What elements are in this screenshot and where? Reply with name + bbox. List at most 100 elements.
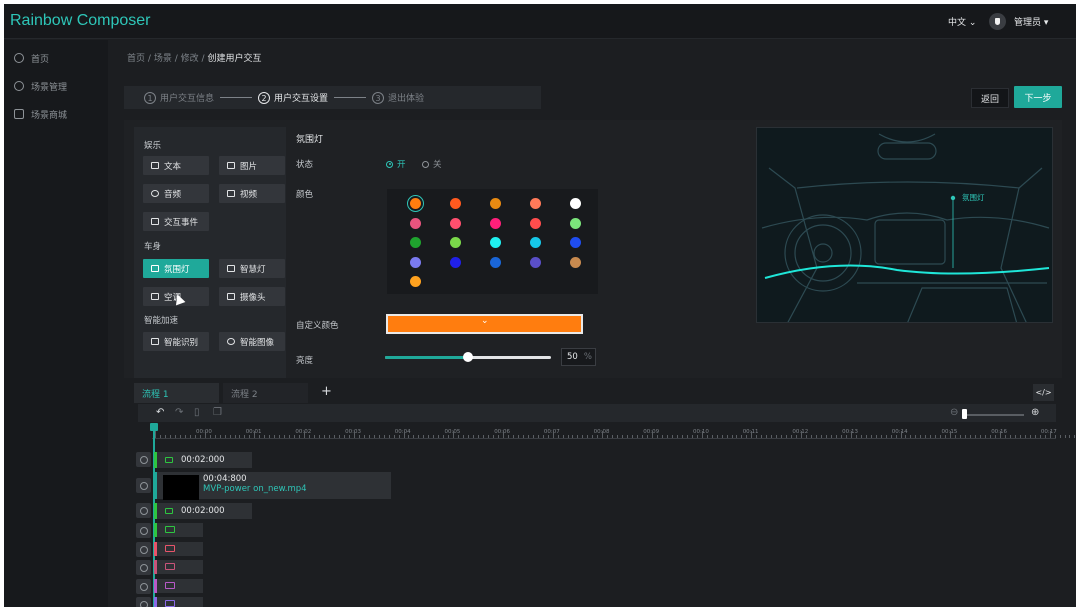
ruler-tick — [279, 435, 281, 438]
ruler-tick — [323, 435, 325, 438]
event-clip[interactable]: 00:02:000 — [154, 452, 252, 468]
ruler-tick — [855, 435, 857, 438]
brightness-slider[interactable] — [385, 352, 551, 362]
color-swatch[interactable] — [410, 217, 421, 229]
next-button[interactable]: 下一步 — [1014, 86, 1062, 108]
color-swatch[interactable] — [490, 237, 501, 248]
ruler-tick — [314, 435, 316, 438]
track-handle-icon[interactable] — [136, 478, 151, 493]
color-swatch[interactable] — [410, 198, 421, 209]
palette-smart-image-button[interactable]: 智能图像 — [219, 332, 285, 351]
ruler-tick — [463, 435, 465, 438]
color-swatch[interactable] — [450, 237, 461, 248]
back-button[interactable]: 返回 — [971, 88, 1009, 108]
breadcrumb-home[interactable]: 首页 — [127, 54, 145, 64]
color-swatch[interactable] — [570, 237, 581, 248]
gear-icon — [14, 81, 24, 91]
undo-icon[interactable]: ↶ — [156, 407, 164, 418]
redo-icon[interactable]: ↷ — [175, 407, 183, 418]
breadcrumb-edit[interactable]: 修改 — [181, 54, 199, 64]
custom-color-picker[interactable] — [386, 314, 583, 334]
device-clip[interactable] — [154, 597, 203, 607]
ruler-tick — [189, 435, 191, 438]
ruler-tick — [661, 435, 663, 438]
color-swatch[interactable] — [570, 198, 581, 209]
palette-audio-button[interactable]: 音频 — [143, 184, 209, 203]
breadcrumb-scene[interactable]: 场景 — [154, 54, 172, 64]
color-swatch[interactable] — [450, 217, 461, 229]
ruler-tick — [816, 435, 817, 438]
flow-tabs: 流程 1 流程 2 + </> — [134, 383, 1056, 403]
palette-event-button[interactable]: 交互事件 — [143, 212, 209, 231]
sidebar-item-scene-store[interactable]: 场景商城 — [14, 106, 67, 122]
video-clip[interactable]: 00:04:800 MVP-power on_new.mp4 — [154, 472, 391, 500]
palette-image-button[interactable]: 图片 — [219, 156, 285, 175]
user-menu[interactable]: 管理员 ▾ — [1014, 15, 1048, 28]
device-clip[interactable] — [154, 541, 203, 556]
track-handle-icon[interactable] — [136, 560, 151, 575]
delete-icon[interactable]: ▯ — [194, 407, 200, 418]
status-on-radio[interactable]: 开 — [386, 158, 406, 170]
sidebar-item-home[interactable]: 首页 — [14, 50, 49, 66]
copy-icon[interactable]: ❐ — [213, 407, 222, 418]
ruler-tick — [328, 435, 330, 438]
zoom-in-icon[interactable]: ⊕ — [1031, 407, 1039, 418]
color-swatch[interactable] — [490, 217, 501, 229]
track-handle-icon[interactable] — [136, 452, 151, 467]
color-swatch[interactable] — [450, 198, 461, 209]
track-handle-icon[interactable] — [136, 503, 151, 518]
slider-handle[interactable] — [463, 352, 473, 362]
color-swatch[interactable] — [450, 256, 461, 268]
track-handle-icon[interactable] — [136, 597, 151, 607]
color-label: 颜色 — [296, 190, 314, 200]
ruler-tick — [299, 435, 301, 438]
ruler-tick — [264, 435, 266, 438]
ruler-tick — [597, 435, 599, 438]
palette-ambient-light-button[interactable]: 氛围灯 — [143, 259, 209, 278]
track-handle-icon[interactable] — [136, 541, 151, 557]
event-clip[interactable]: 00:02:000 — [154, 503, 252, 519]
ruler-tick — [726, 435, 728, 438]
tab-flow-1[interactable]: 流程 1 — [134, 383, 219, 403]
ruler-tick — [850, 431, 852, 438]
color-swatch[interactable] — [530, 237, 541, 248]
color-swatch[interactable] — [490, 256, 501, 268]
color-swatch[interactable] — [570, 217, 581, 229]
color-swatch[interactable] — [530, 256, 541, 268]
tab-flow-2[interactable]: 流程 2 — [223, 383, 308, 403]
language-select[interactable]: 中文 ⌄ — [948, 15, 976, 28]
ruler-tick — [1064, 435, 1066, 438]
device-clip[interactable] — [154, 578, 203, 593]
track-handle-icon[interactable] — [136, 523, 151, 538]
status-off-radio[interactable]: 关 — [422, 158, 442, 170]
palette-video-button[interactable]: 视频 — [219, 184, 285, 203]
palette-camera-button[interactable]: 摄像头 — [219, 287, 285, 306]
zoom-slider-handle[interactable] — [962, 409, 967, 419]
ruler-tick — [1014, 435, 1016, 438]
track-handle-icon[interactable] — [136, 578, 151, 594]
color-swatch[interactable] — [530, 198, 541, 209]
palette-smart-light-button[interactable]: 智慧灯 — [219, 259, 285, 278]
brightness-input[interactable]: 50% — [561, 348, 596, 366]
dashboard-icon — [14, 53, 24, 63]
device-clip[interactable] — [154, 560, 203, 574]
ruler-tick — [950, 431, 952, 438]
avatar[interactable] — [989, 13, 1006, 30]
color-swatch[interactable] — [490, 198, 501, 209]
color-swatch[interactable] — [410, 256, 421, 268]
zoom-slider[interactable] — [962, 414, 1024, 416]
color-swatch[interactable] — [570, 256, 581, 268]
color-swatch[interactable] — [410, 276, 421, 287]
ruler-tick — [478, 435, 480, 438]
palette-text-button[interactable]: 文本 — [143, 156, 209, 175]
sidebar-item-scene-management[interactable]: 场景管理 — [14, 78, 67, 94]
palette-recognition-button[interactable]: 智能识别 — [143, 332, 209, 351]
ruler-tick — [229, 435, 231, 438]
ruler-tick — [632, 435, 634, 438]
color-swatch[interactable] — [410, 237, 421, 248]
device-clip[interactable] — [154, 523, 203, 537]
zoom-out-icon[interactable]: ⊖ — [950, 407, 958, 418]
code-view-button[interactable]: </> — [1033, 384, 1054, 401]
color-swatch[interactable] — [530, 217, 541, 229]
add-flow-button[interactable]: + — [321, 384, 332, 399]
